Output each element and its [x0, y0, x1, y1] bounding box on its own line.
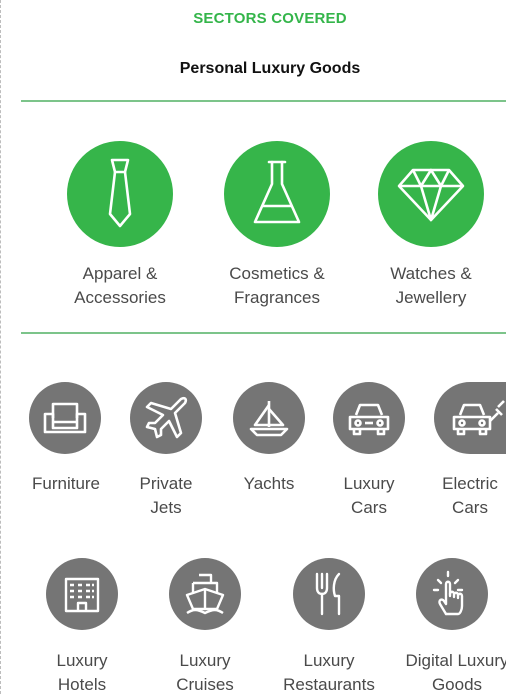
diamond-icon [395, 164, 467, 224]
cruises-label: Luxury Cruises [176, 651, 234, 694]
sectors-title: SECTORS COVERED [193, 10, 347, 27]
furniture-circle [29, 382, 101, 454]
cars-circle [333, 382, 405, 454]
digital-label: Digital Luxury Goods [405, 651, 506, 694]
digital-circle [416, 558, 488, 630]
tie-icon [90, 156, 150, 232]
restaurants-circle [293, 558, 365, 630]
cruises-circle [169, 558, 241, 630]
touch-hand-icon [430, 570, 474, 618]
restaurants-label: Luxury Restaurants [283, 651, 375, 694]
section-divider [21, 100, 506, 102]
apparel-circle [67, 141, 173, 247]
cutlery-icon [311, 570, 347, 618]
cosmetics-label: Cosmetics & Fragrances [229, 264, 325, 307]
watches-circle [378, 141, 484, 247]
car-icon [346, 399, 392, 437]
category-title: Personal Luxury Goods [179, 60, 361, 77]
hotels-circle [46, 558, 118, 630]
yachts-circle [233, 382, 305, 454]
flask-icon [245, 156, 309, 232]
cosmetics-circle [224, 141, 330, 247]
sailboat-icon [247, 397, 291, 439]
watches-label: Watches & Jewellery [390, 264, 472, 307]
jets-circle [130, 382, 202, 454]
electric-car-icon [452, 399, 506, 437]
electric-cars-label: Electric Cars [442, 474, 498, 517]
ship-icon [183, 571, 227, 617]
hotels-label: Luxury Hotels [56, 651, 108, 694]
section-divider [21, 332, 506, 334]
airplane-icon [143, 395, 189, 441]
armchair-icon [41, 398, 89, 438]
electric-cars-circle [434, 382, 506, 454]
hotel-icon [60, 573, 104, 615]
page-edge-guide [0, 0, 1, 694]
apparel-label: Apparel & Accessories [74, 264, 166, 307]
